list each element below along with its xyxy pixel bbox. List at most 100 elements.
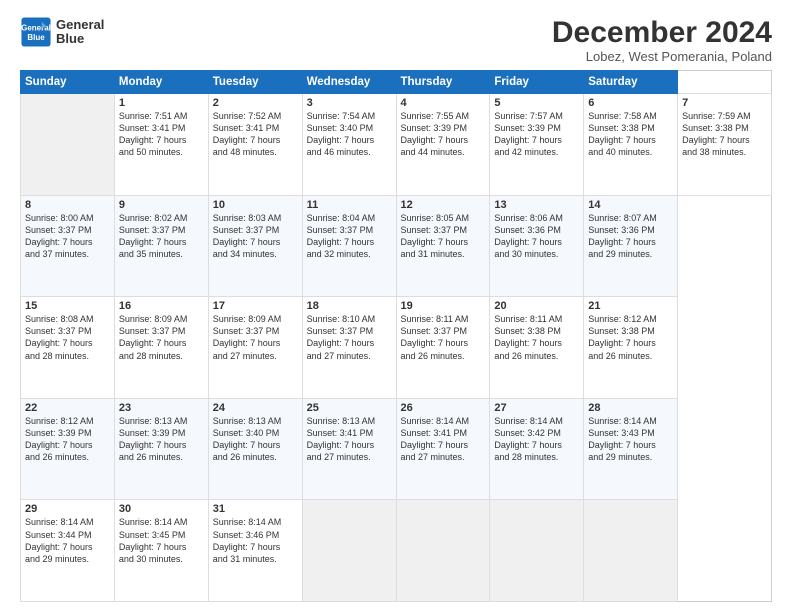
day-number: 12	[401, 199, 486, 211]
day-info: Sunrise: 7:52 AMSunset: 3:41 PMDaylight:…	[213, 110, 298, 159]
day-number: 20	[494, 300, 579, 312]
day-number: 28	[588, 402, 673, 414]
day-number: 10	[213, 199, 298, 211]
logo-icon: General Blue	[20, 16, 52, 48]
day-info: Sunrise: 8:14 AMSunset: 3:43 PMDaylight:…	[588, 415, 673, 464]
calendar-cell: 21Sunrise: 8:12 AMSunset: 3:38 PMDayligh…	[584, 297, 678, 399]
calendar-cell	[490, 500, 584, 602]
calendar-week-0: 1Sunrise: 7:51 AMSunset: 3:41 PMDaylight…	[21, 94, 772, 196]
day-number: 30	[119, 503, 204, 515]
day-info: Sunrise: 8:09 AMSunset: 3:37 PMDaylight:…	[213, 313, 298, 362]
calendar-cell: 2Sunrise: 7:52 AMSunset: 3:41 PMDaylight…	[208, 94, 302, 196]
day-info: Sunrise: 8:14 AMSunset: 3:44 PMDaylight:…	[25, 516, 110, 565]
calendar-cell: 1Sunrise: 7:51 AMSunset: 3:41 PMDaylight…	[114, 94, 208, 196]
month-title: December 2024	[552, 16, 772, 49]
day-info: Sunrise: 8:07 AMSunset: 3:36 PMDaylight:…	[588, 212, 673, 261]
day-number: 19	[401, 300, 486, 312]
calendar-cell: 12Sunrise: 8:05 AMSunset: 3:37 PMDayligh…	[396, 195, 490, 297]
calendar-cell: 16Sunrise: 8:09 AMSunset: 3:37 PMDayligh…	[114, 297, 208, 399]
day-number: 31	[213, 503, 298, 515]
day-number: 18	[307, 300, 392, 312]
day-info: Sunrise: 8:14 AMSunset: 3:42 PMDaylight:…	[494, 415, 579, 464]
calendar-cell: 27Sunrise: 8:14 AMSunset: 3:42 PMDayligh…	[490, 398, 584, 500]
calendar-week-1: 8Sunrise: 8:00 AMSunset: 3:37 PMDaylight…	[21, 195, 772, 297]
calendar-cell: 11Sunrise: 8:04 AMSunset: 3:37 PMDayligh…	[302, 195, 396, 297]
day-info: Sunrise: 7:51 AMSunset: 3:41 PMDaylight:…	[119, 110, 204, 159]
logo-line1: General	[56, 18, 104, 32]
calendar-cell: 3Sunrise: 7:54 AMSunset: 3:40 PMDaylight…	[302, 94, 396, 196]
day-info: Sunrise: 8:02 AMSunset: 3:37 PMDaylight:…	[119, 212, 204, 261]
logo-text: General Blue	[56, 18, 104, 47]
svg-text:Blue: Blue	[27, 33, 45, 42]
day-number: 27	[494, 402, 579, 414]
day-number: 6	[588, 97, 673, 109]
day-info: Sunrise: 8:12 AMSunset: 3:39 PMDaylight:…	[25, 415, 110, 464]
day-info: Sunrise: 7:58 AMSunset: 3:38 PMDaylight:…	[588, 110, 673, 159]
logo-line2: Blue	[56, 32, 104, 46]
day-info: Sunrise: 8:05 AMSunset: 3:37 PMDaylight:…	[401, 212, 486, 261]
calendar-cell: 30Sunrise: 8:14 AMSunset: 3:45 PMDayligh…	[114, 500, 208, 602]
svg-text:General: General	[21, 24, 51, 33]
day-number: 17	[213, 300, 298, 312]
day-number: 3	[307, 97, 392, 109]
calendar-week-4: 29Sunrise: 8:14 AMSunset: 3:44 PMDayligh…	[21, 500, 772, 602]
calendar-cell: 15Sunrise: 8:08 AMSunset: 3:37 PMDayligh…	[21, 297, 115, 399]
day-info: Sunrise: 8:14 AMSunset: 3:45 PMDaylight:…	[119, 516, 204, 565]
calendar-cell: 24Sunrise: 8:13 AMSunset: 3:40 PMDayligh…	[208, 398, 302, 500]
day-info: Sunrise: 7:57 AMSunset: 3:39 PMDaylight:…	[494, 110, 579, 159]
calendar-cell: 10Sunrise: 8:03 AMSunset: 3:37 PMDayligh…	[208, 195, 302, 297]
day-info: Sunrise: 8:09 AMSunset: 3:37 PMDaylight:…	[119, 313, 204, 362]
calendar-cell: 25Sunrise: 8:13 AMSunset: 3:41 PMDayligh…	[302, 398, 396, 500]
calendar-page: General Blue General Blue December 2024 …	[0, 0, 792, 612]
calendar-cell: 9Sunrise: 8:02 AMSunset: 3:37 PMDaylight…	[114, 195, 208, 297]
calendar-cell: 29Sunrise: 8:14 AMSunset: 3:44 PMDayligh…	[21, 500, 115, 602]
day-info: Sunrise: 8:13 AMSunset: 3:39 PMDaylight:…	[119, 415, 204, 464]
day-number: 26	[401, 402, 486, 414]
day-number: 21	[588, 300, 673, 312]
header-row: Sunday Monday Tuesday Wednesday Thursday…	[21, 71, 772, 94]
day-number: 23	[119, 402, 204, 414]
day-info: Sunrise: 8:13 AMSunset: 3:41 PMDaylight:…	[307, 415, 392, 464]
day-number: 22	[25, 402, 110, 414]
day-number: 15	[25, 300, 110, 312]
day-info: Sunrise: 7:54 AMSunset: 3:40 PMDaylight:…	[307, 110, 392, 159]
calendar-week-2: 15Sunrise: 8:08 AMSunset: 3:37 PMDayligh…	[21, 297, 772, 399]
day-info: Sunrise: 8:10 AMSunset: 3:37 PMDaylight:…	[307, 313, 392, 362]
day-info: Sunrise: 7:59 AMSunset: 3:38 PMDaylight:…	[682, 110, 767, 159]
calendar-cell	[302, 500, 396, 602]
calendar-cell: 23Sunrise: 8:13 AMSunset: 3:39 PMDayligh…	[114, 398, 208, 500]
title-block: December 2024 Lobez, West Pomerania, Pol…	[552, 16, 772, 64]
day-info: Sunrise: 8:04 AMSunset: 3:37 PMDaylight:…	[307, 212, 392, 261]
day-number: 8	[25, 199, 110, 211]
calendar-cell: 8Sunrise: 8:00 AMSunset: 3:37 PMDaylight…	[21, 195, 115, 297]
calendar-table: Sunday Monday Tuesday Wednesday Thursday…	[20, 70, 772, 602]
day-number: 2	[213, 97, 298, 109]
location-subtitle: Lobez, West Pomerania, Poland	[552, 49, 772, 64]
col-thursday: Thursday	[396, 71, 490, 94]
col-monday: Monday	[114, 71, 208, 94]
calendar-body: 1Sunrise: 7:51 AMSunset: 3:41 PMDaylight…	[21, 94, 772, 602]
calendar-cell: 28Sunrise: 8:14 AMSunset: 3:43 PMDayligh…	[584, 398, 678, 500]
calendar-cell: 19Sunrise: 8:11 AMSunset: 3:37 PMDayligh…	[396, 297, 490, 399]
day-number: 4	[401, 97, 486, 109]
day-number: 13	[494, 199, 579, 211]
col-tuesday: Tuesday	[208, 71, 302, 94]
calendar-cell: 13Sunrise: 8:06 AMSunset: 3:36 PMDayligh…	[490, 195, 584, 297]
day-info: Sunrise: 8:12 AMSunset: 3:38 PMDaylight:…	[588, 313, 673, 362]
calendar-cell: 31Sunrise: 8:14 AMSunset: 3:46 PMDayligh…	[208, 500, 302, 602]
day-number: 5	[494, 97, 579, 109]
day-info: Sunrise: 8:08 AMSunset: 3:37 PMDaylight:…	[25, 313, 110, 362]
col-friday: Friday	[490, 71, 584, 94]
calendar-cell	[396, 500, 490, 602]
day-info: Sunrise: 8:11 AMSunset: 3:37 PMDaylight:…	[401, 313, 486, 362]
calendar-week-3: 22Sunrise: 8:12 AMSunset: 3:39 PMDayligh…	[21, 398, 772, 500]
day-number: 24	[213, 402, 298, 414]
day-number: 29	[25, 503, 110, 515]
header: General Blue General Blue December 2024 …	[20, 16, 772, 64]
day-number: 25	[307, 402, 392, 414]
day-number: 16	[119, 300, 204, 312]
day-info: Sunrise: 7:55 AMSunset: 3:39 PMDaylight:…	[401, 110, 486, 159]
day-info: Sunrise: 8:00 AMSunset: 3:37 PMDaylight:…	[25, 212, 110, 261]
calendar-cell: 14Sunrise: 8:07 AMSunset: 3:36 PMDayligh…	[584, 195, 678, 297]
calendar-cell: 7Sunrise: 7:59 AMSunset: 3:38 PMDaylight…	[678, 94, 772, 196]
